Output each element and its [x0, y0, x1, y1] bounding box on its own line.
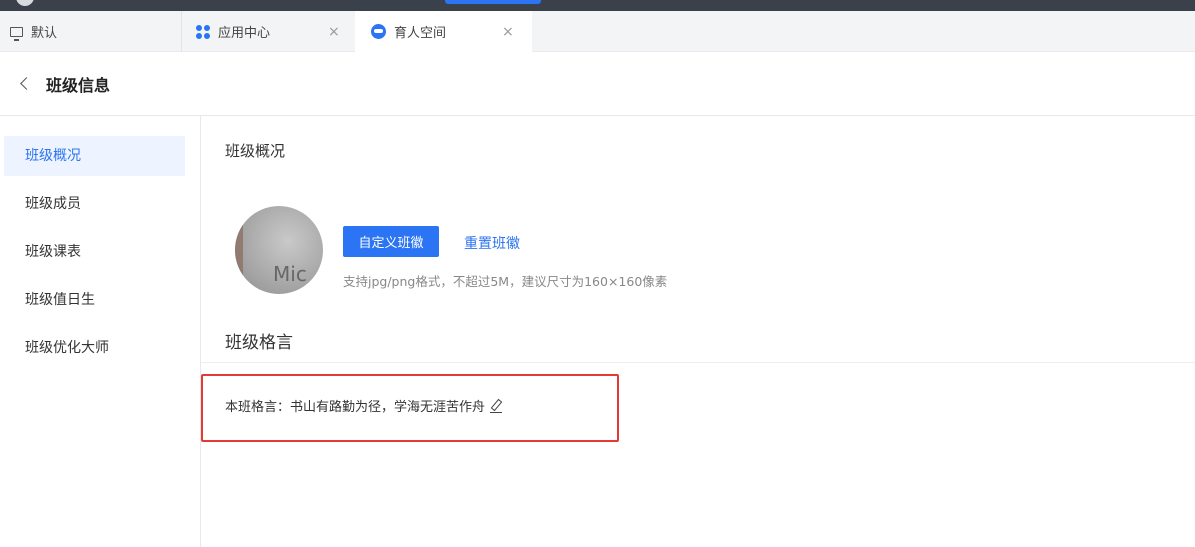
badge-image-text: Mic	[273, 262, 307, 286]
back-arrow-icon[interactable]	[18, 74, 32, 94]
motto-text: 本班格言：书山有路勤为径，学海无涯苦作舟	[225, 400, 486, 415]
sidebar-item-members[interactable]: 班级成员	[4, 184, 185, 224]
tab-bar: 默认 应用中心 × 育人空间 ×	[0, 11, 1195, 52]
page-title: 班级信息	[46, 76, 111, 95]
close-icon[interactable]: ×	[502, 24, 514, 40]
page-header: 班级信息	[0, 52, 1195, 116]
tab-education-space[interactable]: 育人空间 ×	[355, 11, 532, 52]
browser-top-bar	[0, 0, 1195, 11]
tab-default[interactable]: 默认	[10, 11, 180, 52]
class-badge-image: Mic	[235, 206, 323, 294]
sidebar-item-optimizer[interactable]: 班级优化大师	[4, 328, 185, 368]
app-grid-icon	[196, 24, 210, 39]
tab-app-center[interactable]: 应用中心 ×	[181, 11, 353, 52]
motto-row: 本班格言：书山有路勤为径，学海无涯苦作舟	[225, 396, 503, 415]
badge-upload-hint: 支持jpg/png格式，不超过5M，建议尺寸为160×160像素	[343, 274, 668, 289]
sidebar-item-overview[interactable]: 班级概况	[4, 136, 185, 176]
monitor-icon	[10, 26, 23, 41]
section-title: 班级概况	[225, 142, 286, 160]
tab-label: 应用中心	[218, 26, 271, 41]
custom-badge-button[interactable]: 自定义班徽	[343, 226, 439, 257]
top-active-indicator	[445, 0, 541, 4]
sidebar: 班级概况 班级成员 班级课表 班级值日生 班级优化大师	[0, 116, 201, 547]
motto-section-title: 班级格言	[225, 333, 293, 353]
close-icon[interactable]: ×	[328, 24, 340, 40]
app-logo-icon	[16, 0, 34, 6]
main-content: 班级概况 Mic 自定义班徽 重置班徽 支持jpg/png格式，不超过5M，建议…	[201, 116, 1195, 547]
sidebar-item-duty[interactable]: 班级值日生	[4, 280, 185, 320]
sidebar-item-schedule[interactable]: 班级课表	[4, 232, 185, 272]
edit-pencil-icon[interactable]	[489, 399, 503, 413]
tab-label: 默认	[31, 26, 58, 41]
reset-badge-link[interactable]: 重置班徽	[464, 233, 520, 253]
tab-label: 育人空间	[394, 26, 447, 41]
divider	[201, 362, 1195, 363]
space-icon	[371, 24, 386, 39]
